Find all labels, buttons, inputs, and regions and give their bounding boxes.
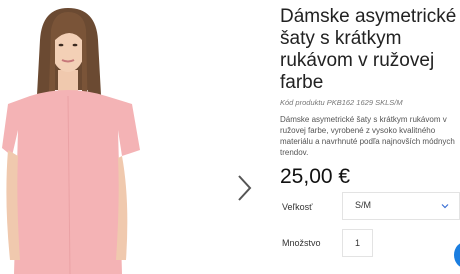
size-select-value: S/M — [355, 200, 372, 210]
chevron-down-icon — [441, 204, 449, 209]
chat-icon[interactable] — [454, 242, 460, 268]
size-label: Veľkosť — [282, 202, 313, 212]
size-select[interactable]: S/M — [342, 192, 460, 220]
quantity-label: Množstvo — [282, 238, 321, 248]
product-price: 25,00 € — [280, 165, 351, 188]
chevron-right-icon — [238, 175, 252, 201]
product-photo[interactable] — [0, 0, 272, 274]
product-code: Kód produktu PKB162 1629 SKLS/M — [280, 98, 403, 107]
product-title: Dámske asymetrické šaty s krátkym rukávo… — [280, 6, 457, 93]
product-description: Dámske asymetrické šaty s krátkym rukávo… — [280, 115, 455, 157]
model-image — [0, 0, 272, 274]
gallery-next-button[interactable] — [234, 172, 256, 204]
quantity-input[interactable]: 1 — [342, 229, 373, 257]
